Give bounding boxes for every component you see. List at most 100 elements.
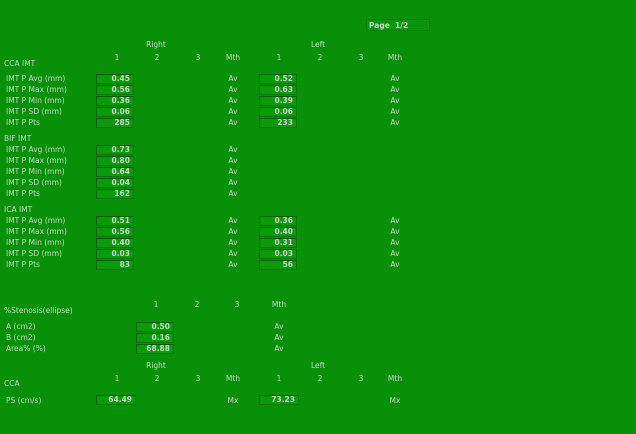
cca-ps-left-field[interactable]: 73.23 xyxy=(259,395,299,405)
right-mth-header: Mth xyxy=(225,53,241,62)
bif-imt-min-label: IMT P Min (mm) xyxy=(6,167,65,176)
ica-imt-max-right-mth[interactable]: Av xyxy=(218,227,248,236)
cca-right-col-1-header: 1 xyxy=(114,374,120,383)
page-label: Page xyxy=(369,21,390,30)
cca-left-mth-header: Mth xyxy=(387,374,403,383)
ica-imt-min-left-mth[interactable]: Av xyxy=(380,238,410,247)
cca-right-side-header: Right xyxy=(146,361,166,370)
bif-imt-avg-right-field[interactable]: 0.73 xyxy=(96,145,134,155)
left-col-1-header: 1 xyxy=(276,53,282,62)
cca-right-col-2-header: 2 xyxy=(154,374,160,383)
cca-imt-sd-left-field[interactable]: 0.06 xyxy=(259,107,297,117)
bif-imt-max-right-field[interactable]: 0.80 xyxy=(96,156,134,166)
bif-imt-avg-right-mth[interactable]: Av xyxy=(218,145,248,154)
cca-imt-avg-left-mth[interactable]: Av xyxy=(380,74,410,83)
ica-imt-sd-left-mth[interactable]: Av xyxy=(380,249,410,258)
cca-imt-avg-label: IMT P Avg (mm) xyxy=(6,74,66,83)
left-col-3-header: 3 xyxy=(358,53,364,62)
cca-left-col-1-header: 1 xyxy=(276,374,282,383)
right-col-2-header: 2 xyxy=(154,53,160,62)
ica-imt-avg-left-field[interactable]: 0.36 xyxy=(259,216,297,226)
cca-ps-right-mth[interactable]: Mx xyxy=(218,396,248,405)
cca-imt-sd-right-field[interactable]: 0.06 xyxy=(96,107,134,117)
cca-right-col-3-header: 3 xyxy=(195,374,201,383)
cca-imt-max-label: IMT P Max (mm) xyxy=(6,85,67,94)
page-number: 1/2 xyxy=(395,21,409,30)
cca-imt-max-left-mth[interactable]: Av xyxy=(380,85,410,94)
stenosis-a-field[interactable]: 0.50 xyxy=(136,322,174,332)
cca-left-col-3-header: 3 xyxy=(358,374,364,383)
cca-ps-left-mth[interactable]: Mx xyxy=(380,396,410,405)
bif-imt-sd-right-field[interactable]: 0.04 xyxy=(96,178,134,188)
ica-imt-sd-right-mth[interactable]: Av xyxy=(218,249,248,258)
stenosis-b-mth[interactable]: Av xyxy=(264,333,294,342)
cca-imt-pts-right-field[interactable]: 285 xyxy=(96,118,134,128)
cca-imt-avg-left-field[interactable]: 0.52 xyxy=(259,74,297,84)
ica-imt-max-right-field[interactable]: 0.56 xyxy=(96,227,134,237)
left-side-header: Left xyxy=(310,40,326,49)
cca-imt-min-left-mth[interactable]: Av xyxy=(380,96,410,105)
stenosis-mth-header: Mth xyxy=(271,300,287,309)
cca-ps-right-field[interactable]: 64.49 xyxy=(96,395,136,405)
cca-imt-pts-left-field[interactable]: 233 xyxy=(259,118,297,128)
cca-left-side-header: Left xyxy=(310,361,326,370)
stenosis-a-mth[interactable]: Av xyxy=(264,322,294,331)
ica-imt-min-right-mth[interactable]: Av xyxy=(218,238,248,247)
bif-imt-max-right-mth[interactable]: Av xyxy=(218,156,248,165)
stenosis-col-2-header: 2 xyxy=(194,300,200,309)
bif-imt-avg-label: IMT P Avg (mm) xyxy=(6,145,66,154)
cca-imt-min-left-field[interactable]: 0.39 xyxy=(259,96,297,106)
stenosis-area-label: Area% (%) xyxy=(6,344,46,353)
bif-imt-sd-right-mth[interactable]: Av xyxy=(218,178,248,187)
ica-imt-section-title: ICA IMT xyxy=(4,205,33,214)
left-mth-header: Mth xyxy=(387,53,403,62)
cca-imt-max-right-mth[interactable]: Av xyxy=(218,85,248,94)
cca-imt-min-right-mth[interactable]: Av xyxy=(218,96,248,105)
ica-imt-min-right-field[interactable]: 0.40 xyxy=(96,238,134,248)
bif-imt-min-right-field[interactable]: 0.64 xyxy=(96,167,134,177)
cca-imt-pts-left-mth[interactable]: Av xyxy=(380,118,410,127)
ica-imt-avg-left-mth[interactable]: Av xyxy=(380,216,410,225)
cca-imt-max-left-field[interactable]: 0.63 xyxy=(259,85,297,95)
ica-imt-avg-label: IMT P Avg (mm) xyxy=(6,216,66,225)
cca-imt-sd-left-mth[interactable]: Av xyxy=(380,107,410,116)
cca-right-mth-header: Mth xyxy=(225,374,241,383)
report-page: Page 1/2 Right Left 1 2 3 Mth 1 2 3 Mth … xyxy=(0,0,636,434)
stenosis-area-mth[interactable]: Av xyxy=(264,344,294,353)
cca-imt-pts-right-mth[interactable]: Av xyxy=(218,118,248,127)
cca-imt-sd-right-mth[interactable]: Av xyxy=(218,107,248,116)
bif-imt-pts-right-field[interactable]: 162 xyxy=(96,189,134,199)
stenosis-a-label: A (cm2) xyxy=(6,322,36,331)
ica-imt-pts-left-mth[interactable]: Av xyxy=(380,260,410,269)
cca-imt-min-right-field[interactable]: 0.36 xyxy=(96,96,134,106)
bif-imt-pts-right-mth[interactable]: Av xyxy=(218,189,248,198)
ica-imt-min-label: IMT P Min (mm) xyxy=(6,238,65,247)
cca-ps-label: PS (cm/s) xyxy=(6,396,42,405)
cca-imt-section-title: CCA IMT xyxy=(4,59,36,68)
bif-imt-min-right-mth[interactable]: Av xyxy=(218,167,248,176)
ica-imt-pts-right-field[interactable]: 83 xyxy=(96,260,134,270)
stenosis-section-title: %Stenosis(ellipse) xyxy=(4,306,73,315)
ica-imt-avg-right-field[interactable]: 0.51 xyxy=(96,216,134,226)
stenosis-b-field[interactable]: 0.16 xyxy=(136,333,174,343)
cca-imt-max-right-field[interactable]: 0.56 xyxy=(96,85,134,95)
cca-imt-avg-right-mth[interactable]: Av xyxy=(218,74,248,83)
stenosis-col-3-header: 3 xyxy=(234,300,240,309)
ica-imt-max-left-mth[interactable]: Av xyxy=(380,227,410,236)
ica-imt-sd-right-field[interactable]: 0.03 xyxy=(96,249,134,259)
bif-imt-section-title: BIF IMT xyxy=(4,134,32,143)
cca-imt-sd-label: IMT P SD (mm) xyxy=(6,107,62,116)
ica-imt-max-left-field[interactable]: 0.40 xyxy=(259,227,297,237)
ica-imt-pts-left-field[interactable]: 56 xyxy=(259,260,297,270)
stenosis-area-field[interactable]: 68.88 xyxy=(136,344,174,354)
bif-imt-max-label: IMT P Max (mm) xyxy=(6,156,67,165)
ica-imt-avg-right-mth[interactable]: Av xyxy=(218,216,248,225)
stenosis-col-1-header: 1 xyxy=(153,300,159,309)
ica-imt-pts-right-mth[interactable]: Av xyxy=(218,260,248,269)
stenosis-b-label: B (cm2) xyxy=(6,333,36,342)
bif-imt-pts-label: IMT P Pts xyxy=(6,189,40,198)
ica-imt-min-left-field[interactable]: 0.31 xyxy=(259,238,297,248)
cca-imt-pts-label: IMT P Pts xyxy=(6,118,40,127)
ica-imt-sd-left-field[interactable]: 0.03 xyxy=(259,249,297,259)
cca-imt-avg-right-field[interactable]: 0.45 xyxy=(96,74,134,84)
